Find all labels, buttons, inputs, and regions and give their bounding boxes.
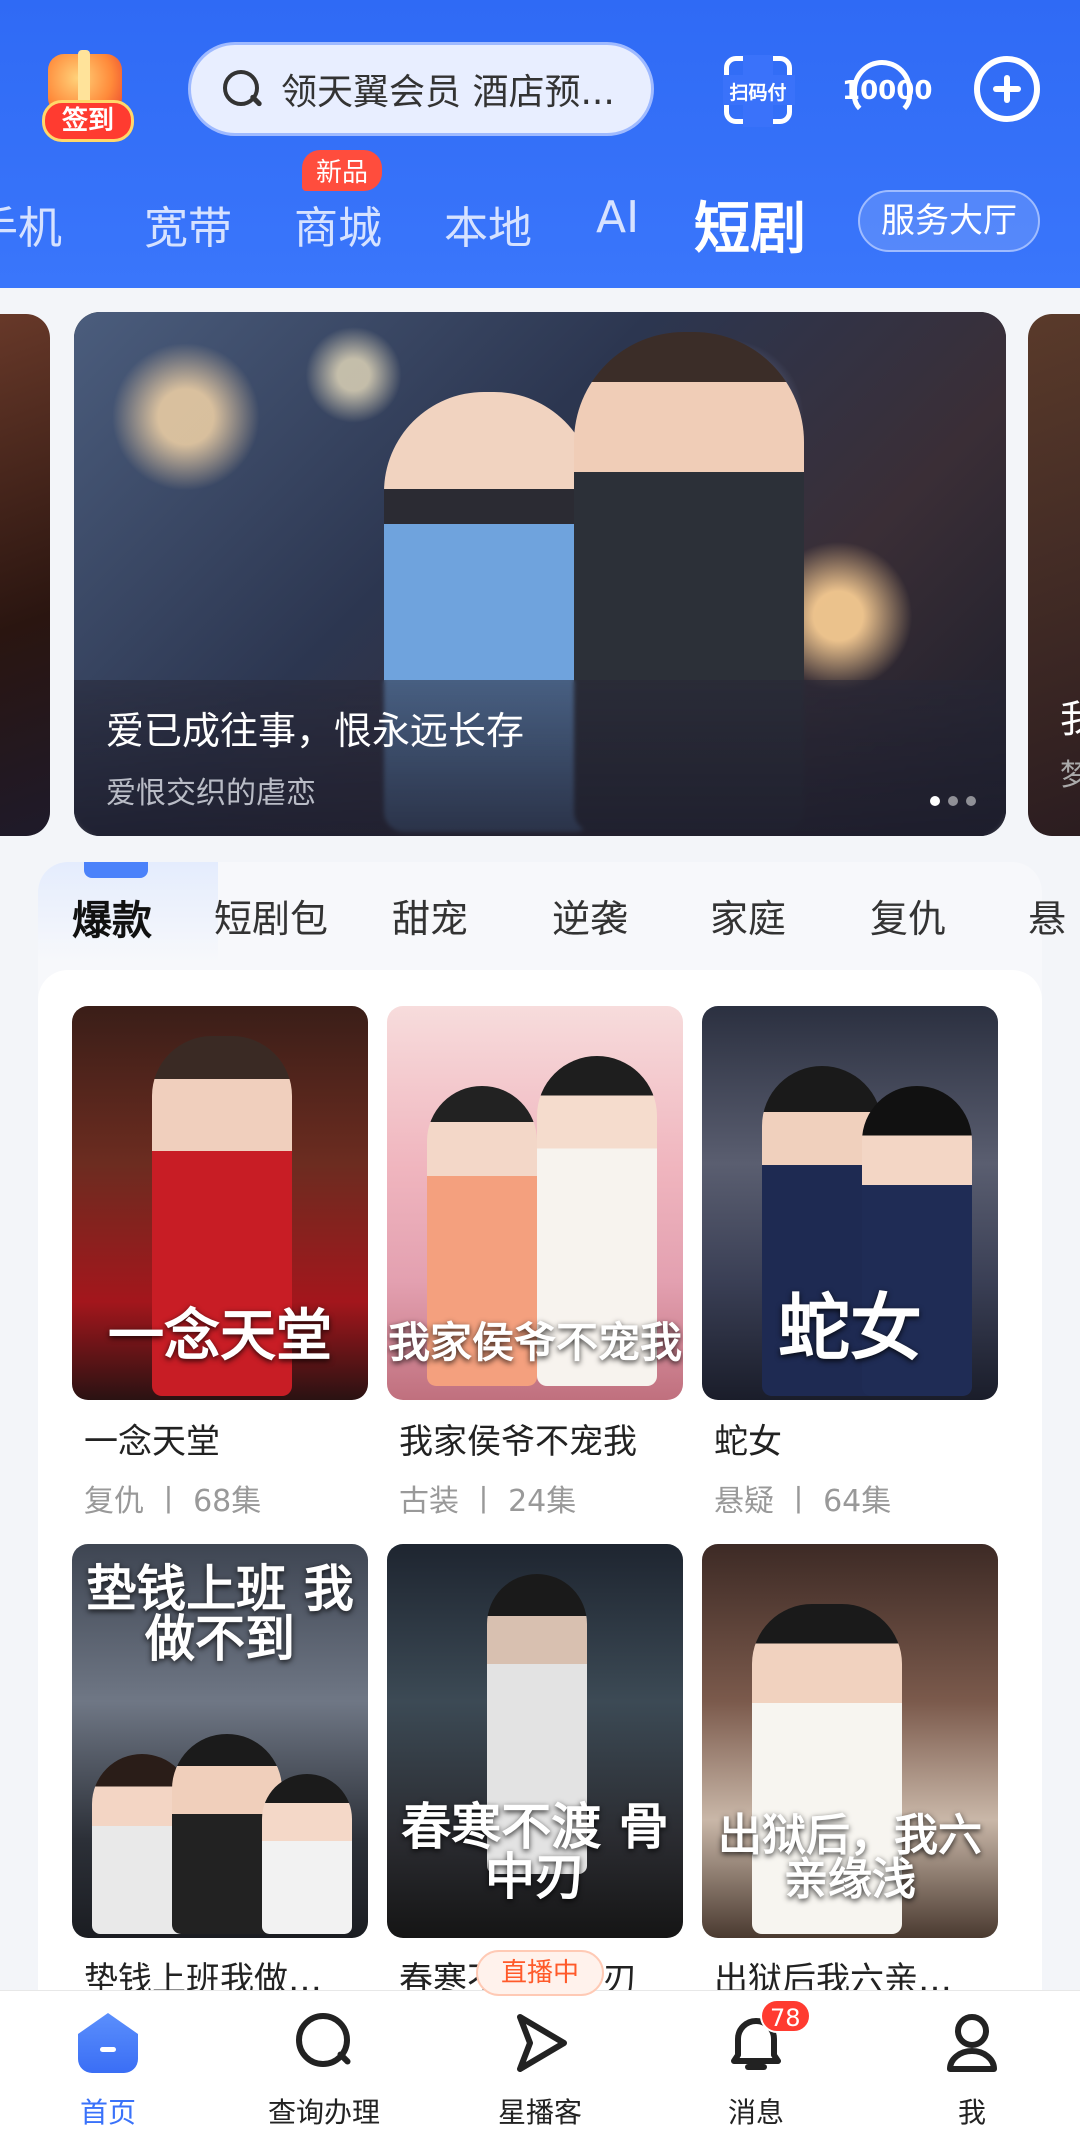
category-mystery[interactable]: 悬 xyxy=(1028,888,1066,943)
channel-tabs: 手机 宽带 商城 新品 本地 AI 短剧 服务大厅 xyxy=(0,150,1080,270)
tab-mall[interactable]: 商城 xyxy=(294,192,382,256)
plus-icon xyxy=(974,56,1040,122)
tab-short-drama[interactable]: 短剧 xyxy=(694,184,806,265)
poster-title: 出狱后，我六亲缘浅 xyxy=(718,1810,982,1905)
poster-title: 垫钱上班 我做不到 xyxy=(86,1559,354,1668)
banner-title: 爱已成往事，恨永远长存 xyxy=(106,709,525,753)
service-hall-button[interactable]: 服务大厅 xyxy=(858,190,1040,252)
message-count-badge: 78 xyxy=(760,1999,811,2033)
live-badge[interactable]: 直播中 xyxy=(476,1950,604,1996)
banner-prev-peek[interactable] xyxy=(0,314,50,836)
banner-next-peek[interactable]: 我 梦 xyxy=(1028,314,1080,836)
drama-poster[interactable]: 垫钱上班 我做不到 xyxy=(72,1544,368,1938)
drama-episodes: 24集 xyxy=(508,1484,577,1519)
tab-ai[interactable]: AI xyxy=(596,192,639,243)
drama-poster[interactable]: 出狱后，我六亲缘浅 xyxy=(702,1544,998,1938)
signin-label: 签到 xyxy=(42,100,134,142)
banner-caption: 爱已成往事，恨永远长存 爱恨交织的虐恋 xyxy=(74,680,1006,836)
tab-broadband[interactable]: 宽带 xyxy=(144,192,232,256)
search-placeholder: 领天翼会员 酒店预... xyxy=(281,72,615,113)
poster-title: 蛇女 xyxy=(777,1285,922,1370)
poster-title: 我家侯爷不宠我 xyxy=(387,1318,682,1367)
tab-local[interactable]: 本地 xyxy=(444,192,532,256)
drama-title[interactable]: 蛇女 xyxy=(714,1414,1010,1463)
meta-separator: 丨 xyxy=(153,1484,184,1519)
drama-episodes: 64集 xyxy=(823,1484,892,1519)
carousel-dot xyxy=(930,796,940,806)
nav-me-label: 我 xyxy=(957,2096,986,2129)
drama-genre: 悬疑 xyxy=(714,1484,774,1519)
drama-meta: 复仇 丨 68集 xyxy=(84,1476,261,1520)
featured-banner[interactable]: 爱已成往事，恨永远长存 爱恨交织的虐恋 xyxy=(74,312,1006,836)
drama-poster[interactable]: 我家侯爷不宠我 xyxy=(387,1006,683,1400)
nav-messages-label: 消息 xyxy=(727,2096,784,2129)
drama-meta: 悬疑 丨 64集 xyxy=(714,1476,891,1520)
category-active-marker xyxy=(84,862,148,878)
nav-home[interactable]: 首页 xyxy=(0,1991,216,2139)
search-bar[interactable]: 领天翼会员 酒店预... xyxy=(188,42,654,136)
poster-title: 一念天堂 xyxy=(108,1303,332,1369)
carousel-dot xyxy=(966,796,976,806)
add-button[interactable] xyxy=(974,56,1042,124)
live-badge-label: 直播中 xyxy=(500,1958,579,1988)
tab-phone[interactable]: 手机 xyxy=(0,192,62,256)
drama-poster[interactable]: 一念天堂 xyxy=(72,1006,368,1400)
category-sweet[interactable]: 甜宠 xyxy=(392,888,468,943)
home-icon xyxy=(78,2013,138,2073)
search-icon xyxy=(221,68,263,110)
category-hot[interactable]: 爆款 xyxy=(72,888,152,946)
meta-separator: 丨 xyxy=(468,1484,499,1519)
carousel-dot xyxy=(948,796,958,806)
category-revenge[interactable]: 复仇 xyxy=(870,888,946,943)
scan-pay-label: 扫码付 xyxy=(729,82,787,104)
customer-service-button[interactable]: 10000 xyxy=(842,56,932,124)
nav-xingboke[interactable]: 星播客 xyxy=(432,1991,648,2139)
bottom-nav: 首页 查询办理 星播客 78 消息 我 xyxy=(0,1990,1080,2139)
drama-episodes: 68集 xyxy=(193,1484,262,1519)
category-comeback[interactable]: 逆袭 xyxy=(552,888,628,943)
banner-next-subtitle: 梦 xyxy=(1060,758,1080,793)
signin-button[interactable]: 签到 xyxy=(38,48,138,144)
drama-title[interactable]: 一念天堂 xyxy=(84,1414,380,1463)
banner-next-title: 我 xyxy=(1060,697,1080,741)
poster-figure xyxy=(262,1774,352,1934)
category-family[interactable]: 家庭 xyxy=(710,888,786,943)
carousel-indicator xyxy=(930,796,976,806)
nav-xingboke-label: 星播客 xyxy=(497,2096,582,2129)
customer-service-label: 10000 xyxy=(842,76,933,106)
top-header: 签到 领天翼会员 酒店预... 扫码付 10000 手机 宽带 商城 新品 本地… xyxy=(0,0,1080,288)
drama-poster[interactable]: 春寒不渡 骨中刃 xyxy=(387,1544,683,1938)
query-icon xyxy=(296,2013,350,2067)
poster-title: 春寒不渡 骨中刃 xyxy=(401,1797,669,1906)
scan-pay-button[interactable]: 扫码付 xyxy=(723,55,795,127)
drama-genre: 复仇 xyxy=(84,1484,144,1519)
new-badge: 新品 xyxy=(302,150,383,191)
nav-me[interactable]: 我 xyxy=(864,1991,1080,2139)
drama-title[interactable]: 我家侯爷不宠我 xyxy=(399,1414,695,1463)
nav-query-label: 查询办理 xyxy=(267,2096,380,2129)
play-icon xyxy=(517,2014,567,2072)
nav-home-label: 首页 xyxy=(79,2096,136,2129)
category-drama-pack[interactable]: 短剧包 xyxy=(214,888,328,943)
meta-separator: 丨 xyxy=(783,1484,814,1519)
drama-genre: 古装 xyxy=(399,1484,459,1519)
nav-messages[interactable]: 78 消息 xyxy=(648,1991,864,2139)
app-screen: 签到 领天翼会员 酒店预... 扫码付 10000 手机 宽带 商城 新品 本地… xyxy=(0,0,1080,2139)
drama-meta: 古装 丨 24集 xyxy=(399,1476,576,1520)
drama-poster[interactable]: 蛇女 xyxy=(702,1006,998,1400)
nav-query[interactable]: 查询办理 xyxy=(216,1991,432,2139)
user-icon xyxy=(947,2014,997,2072)
banner-subtitle: 爱恨交织的虐恋 xyxy=(106,776,316,811)
